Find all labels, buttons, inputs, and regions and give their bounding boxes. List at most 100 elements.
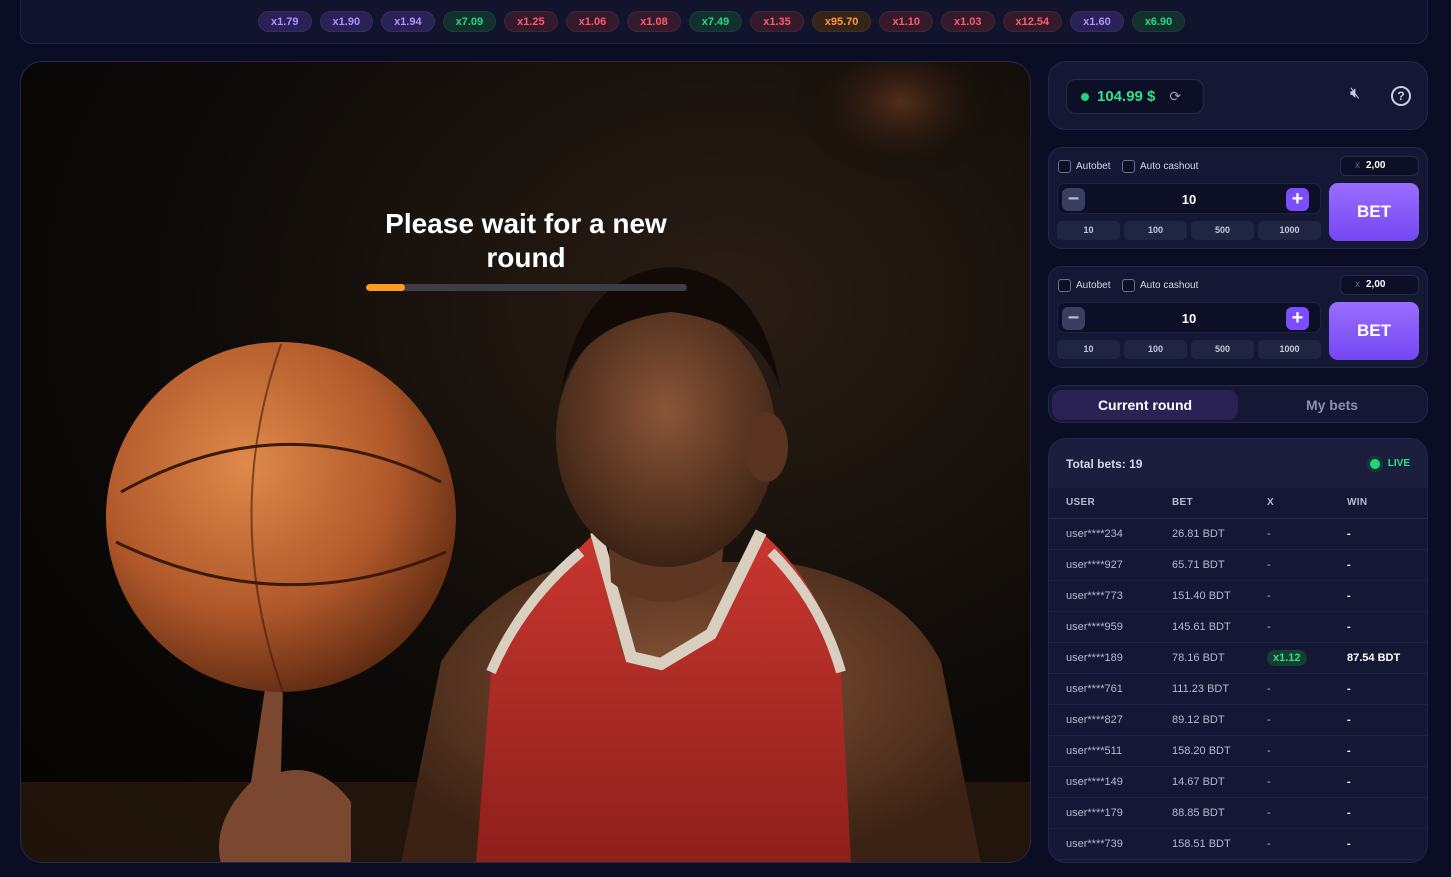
autobet-checkbox[interactable] (1058, 160, 1071, 173)
bet-cell: 145.61 BDT (1172, 611, 1267, 643)
bet-amount-value[interactable]: 10 (1058, 192, 1320, 207)
live-dot-icon (1369, 458, 1380, 469)
bet-cell: 111.23 BDT (1172, 673, 1267, 705)
coefficient-prefix: x (1355, 279, 1360, 290)
question-icon[interactable]: ? (1391, 86, 1411, 106)
win-cell: - (1347, 735, 1427, 767)
bet-amount-stepper[interactable]: 10 − + (1057, 183, 1321, 214)
table-row: user****959 145.61 BDT - - (1049, 611, 1427, 643)
quick-amount-button[interactable]: 10 (1057, 340, 1120, 359)
plus-icon[interactable]: + (1286, 307, 1309, 330)
history-multiplier-chip: x1.08 (627, 11, 681, 32)
plus-icon[interactable]: + (1286, 188, 1309, 211)
bets-tabs: Current round My bets (1048, 385, 1428, 423)
history-multiplier-chip: x1.25 (504, 11, 558, 32)
history-multiplier-chip: x1.79 (258, 11, 312, 32)
table-row: user****149 14.67 BDT - - (1049, 766, 1427, 798)
quick-amount-button[interactable]: 500 (1191, 221, 1254, 240)
history-multiplier-chip: x1.06 (565, 11, 620, 32)
quick-amount-button[interactable]: 10 (1057, 221, 1120, 240)
coefficient-value: 2,00 (1366, 279, 1386, 290)
bet-cell: 151.40 BDT (1172, 580, 1267, 612)
quick-amount-button[interactable]: 1000 (1258, 221, 1321, 240)
history-multiplier-chip: x1.90 (319, 11, 374, 32)
table-row: user****927 65.71 BDT - - (1049, 549, 1427, 581)
auto-cashout-toggle[interactable]: Auto cashout (1122, 160, 1198, 173)
bet-amount-value[interactable]: 10 (1058, 311, 1320, 326)
history-multiplier-chip: x1.60 (1070, 11, 1124, 32)
win-cell: - (1347, 611, 1427, 643)
user-cell: user****761 (1049, 673, 1172, 705)
x-cell: - (1267, 549, 1347, 581)
bet-button[interactable]: BET (1329, 183, 1419, 241)
bets-table: USER BET X WIN user****234 26.81 BDT - -… (1049, 488, 1427, 860)
history-multiplier-chip: x1.35 (750, 11, 804, 32)
auto-cashout-checkbox[interactable] (1122, 279, 1135, 292)
history-multiplier-chip: x1.03 (940, 11, 995, 32)
multiplier-value: - (1267, 713, 1271, 726)
auto-cashout-toggle[interactable]: Auto cashout (1122, 279, 1198, 292)
basketball-player-image (21, 62, 1030, 862)
history-multiplier-chip: x12.54 (1002, 11, 1063, 32)
history-multiplier-chip: x7.49 (688, 11, 743, 32)
auto-cashout-checkbox[interactable] (1122, 160, 1135, 173)
col-win: WIN (1347, 488, 1427, 519)
col-bet: BET (1172, 488, 1267, 519)
table-row: user****761 111.23 BDT - - (1049, 673, 1427, 705)
table-row: user****773 151.40 BDT - - (1049, 580, 1427, 612)
multiplier-value: - (1267, 775, 1271, 788)
user-cell: user****773 (1049, 580, 1172, 612)
bet-cell: 158.20 BDT (1172, 735, 1267, 767)
autobet-label: Autobet (1076, 161, 1111, 172)
tab-current-round[interactable]: Current round (1052, 390, 1238, 420)
cashout-coefficient-input[interactable]: x 2,00 (1340, 156, 1419, 176)
bet-cell: 78.16 BDT (1172, 642, 1267, 674)
account-header: 104.99 $ ⟳ 🔇︎ ? (1048, 61, 1428, 130)
quick-amounts: 10 100 500 1000 (1057, 221, 1321, 240)
bet-button[interactable]: BET (1329, 302, 1419, 360)
user-cell: user****189 (1049, 642, 1172, 674)
minus-icon[interactable]: − (1062, 307, 1085, 330)
win-cell: - (1347, 766, 1427, 798)
bet-cell: 26.81 BDT (1172, 518, 1267, 550)
table-row: user****179 88.85 BDT - - (1049, 797, 1427, 829)
bet-cell: 65.71 BDT (1172, 549, 1267, 581)
win-cell: - (1347, 518, 1427, 550)
user-cell: user****234 (1049, 518, 1172, 550)
user-cell: user****927 (1049, 549, 1172, 581)
refresh-icon[interactable]: ⟳ (1169, 88, 1181, 105)
quick-amount-button[interactable]: 100 (1124, 221, 1187, 240)
balance-display: 104.99 $ ⟳ (1066, 79, 1204, 114)
user-cell: user****959 (1049, 611, 1172, 643)
tab-my-bets[interactable]: My bets (1239, 390, 1425, 420)
quick-amounts: 10 100 500 1000 (1057, 340, 1321, 359)
quick-amount-button[interactable]: 1000 (1258, 340, 1321, 359)
table-row: user****189 78.16 BDT x1.12 87.54 BDT (1049, 642, 1427, 674)
speaker-muted-icon[interactable]: 🔇︎ (1350, 85, 1360, 103)
x-cell: - (1267, 704, 1347, 736)
live-label: LIVE (1387, 458, 1410, 469)
round-progress-fill (366, 284, 405, 291)
minus-icon[interactable]: − (1062, 188, 1085, 211)
balance-value: 104.99 $ (1097, 88, 1156, 105)
auto-cashout-label: Auto cashout (1140, 161, 1199, 172)
cashout-coefficient-input[interactable]: x 2,00 (1340, 275, 1419, 295)
autobet-toggle[interactable]: Autobet (1058, 160, 1110, 173)
table-header-row: USER BET X WIN (1049, 488, 1427, 519)
autobet-toggle[interactable]: Autobet (1058, 279, 1110, 292)
win-cell: - (1347, 580, 1427, 612)
bet-amount-stepper[interactable]: 10 − + (1057, 302, 1321, 333)
autobet-checkbox[interactable] (1058, 279, 1071, 292)
history-multiplier-chip: x6.90 (1131, 11, 1186, 32)
history-multiplier-chip: x1.10 (879, 11, 933, 32)
bets-list: Total bets: 19 LIVE USER BET X WIN user*… (1048, 438, 1428, 863)
win-cell: - (1347, 828, 1427, 860)
win-cell: 87.54 BDT (1347, 642, 1427, 674)
multiplier-value: - (1267, 806, 1271, 819)
x-cell: - (1267, 766, 1347, 798)
quick-amount-button[interactable]: 100 (1124, 340, 1187, 359)
quick-amount-button[interactable]: 500 (1191, 340, 1254, 359)
bet-cell: 89.12 BDT (1172, 704, 1267, 736)
history-multiplier-chip: x7.09 (442, 11, 497, 32)
history-multiplier-chip: x95.70 (811, 11, 872, 32)
